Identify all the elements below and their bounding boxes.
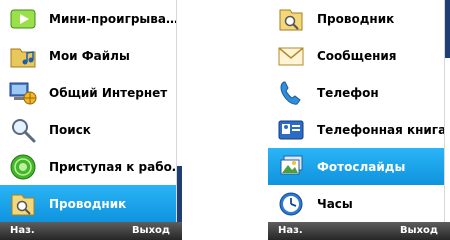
menu-item-label: Телефонная книга <box>317 122 447 137</box>
menu-item-messages[interactable]: Сообщения <box>268 37 444 75</box>
menu-item-phone[interactable]: Телефон <box>268 74 444 112</box>
menu-item-getting-started[interactable]: Приступая к рабо… <box>0 148 182 186</box>
menu-item-label: Сообщения <box>317 48 397 63</box>
menu-item-mini-player[interactable]: Мини-проигрыва… <box>0 0 178 38</box>
contact-card-icon <box>273 112 309 148</box>
menu-item-label: Поиск <box>49 122 91 137</box>
menu-item-label: Проводник <box>49 196 127 211</box>
clock-icon <box>273 186 309 222</box>
left-screen: Мини-проигрыва… Мои Файлы Общий Интернет… <box>0 0 182 240</box>
exit-softkey[interactable]: Выход <box>132 225 170 236</box>
exit-softkey[interactable]: Выход <box>400 225 438 236</box>
menu-item-label: Общий Интернет <box>49 85 168 100</box>
menu-item-label: Приступая к рабо… <box>49 159 182 174</box>
menu-item-search[interactable]: Поиск <box>0 111 176 149</box>
explorer-folder-icon <box>5 186 41 222</box>
computer-sharing-icon <box>5 75 41 111</box>
menu-item-label: Фотослайды <box>317 159 406 174</box>
explorer-folder-icon <box>273 1 309 37</box>
scroll-thumb[interactable] <box>445 0 450 58</box>
left-menu-list: Мини-проигрыва… Мои Файлы Общий Интернет… <box>0 0 182 223</box>
scroll-thumb[interactable] <box>177 166 182 222</box>
menu-item-internet-sharing[interactable]: Общий Интернет <box>0 74 176 112</box>
envelope-icon <box>273 38 309 74</box>
music-folder-icon <box>5 38 41 74</box>
scrollbar[interactable] <box>176 0 182 222</box>
menu-item-label: Телефон <box>317 85 379 100</box>
phone-handset-icon <box>273 75 309 111</box>
back-softkey[interactable]: Наз. <box>10 225 35 236</box>
softkey-bar: Наз. Выход <box>0 222 182 240</box>
green-globe-icon <box>5 149 41 185</box>
right-menu-list: Проводник Сообщения Телефон Телефонная к… <box>268 0 447 223</box>
play-icon <box>5 1 41 37</box>
menu-item-slideshow[interactable]: Фотослайды <box>268 148 444 186</box>
scrollbar[interactable] <box>444 0 450 222</box>
menu-item-label: Проводник <box>317 11 395 26</box>
menu-item-explorer[interactable]: Проводник <box>268 0 444 38</box>
menu-item-phonebook[interactable]: Телефонная книга <box>268 111 447 149</box>
magnifier-icon <box>5 112 41 148</box>
menu-item-my-files[interactable]: Мои Файлы <box>0 37 176 75</box>
menu-item-label: Мои Файлы <box>49 48 130 63</box>
menu-item-explorer[interactable]: Проводник <box>0 185 176 223</box>
softkey-bar: Наз. Выход <box>268 222 450 240</box>
menu-item-label: Часы <box>317 196 353 211</box>
right-screen: Проводник Сообщения Телефон Телефонная к… <box>268 0 450 240</box>
menu-item-clock[interactable]: Часы <box>268 185 444 223</box>
photos-icon <box>273 149 309 185</box>
menu-item-label: Мини-проигрыва… <box>49 11 178 26</box>
back-softkey[interactable]: Наз. <box>278 225 303 236</box>
